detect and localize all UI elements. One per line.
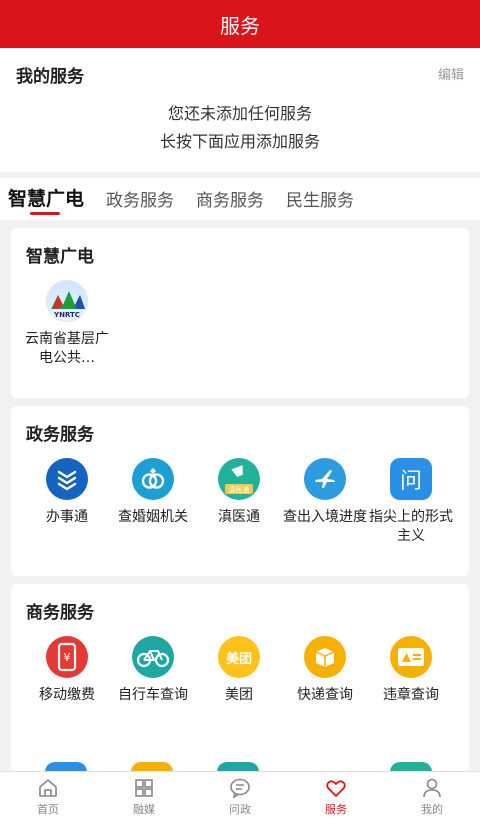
nav-label: 首页 [37,802,59,816]
icon-text: 滇医通 [229,485,250,494]
service-label: 滇医通 [218,509,260,525]
category-tabs: 智慧广电 政务服务 商务服务 民生服务 [0,178,480,220]
service-item-dianyitong[interactable]: 滇医通 滇医通 [196,458,282,527]
nav-services[interactable]: 服务 [288,772,384,821]
service-item-yunnan-broadcast[interactable]: YNRTC 云南省基层广电公共… [24,280,110,368]
bicycle-icon [132,636,174,678]
question-chat-icon: 问 [390,458,432,500]
section-title: 商务服务 [26,603,94,623]
service-item-violation[interactable]: 违章查询 [368,636,454,705]
service-item-immigration[interactable]: 查出入境进度 [282,458,368,527]
service-label: 云南省基层广电公共… [25,331,109,366]
tab-label: 商务服务 [196,191,265,211]
icon-text: 美团 [225,651,252,667]
heart-icon [326,779,346,797]
logo-text: YNRTC [53,311,80,319]
empty-message-line1: 您还未添加任何服务 [167,104,312,123]
airplane-icon [304,458,346,500]
nav-media[interactable]: 融媒 [96,772,192,821]
edit-button[interactable]: 编辑 [438,64,464,83]
tab-label: 智慧广电 [8,188,85,210]
empty-message-line2: 长按下面应用添加服务 [159,132,320,151]
nav-label: 问政 [229,802,251,816]
tab-government-services[interactable]: 政务服务 [106,178,174,220]
home-icon [39,778,57,797]
tab-label: 民生服务 [286,191,355,211]
page-title: 服务 [220,13,260,38]
nav-inquiry[interactable]: 问政 [192,772,288,821]
nav-label: 融媒 [133,802,155,816]
service-item-formalism[interactable]: 问 指尖上的形式主义 [368,458,454,546]
nav-label: 服务 [325,802,347,816]
section-business-services: 商务服务 ¥ 移动缴费 自行车查询 美团 美团 快递查询 违章查询 [11,584,469,774]
service-item-banshitong[interactable]: 办事通 [24,458,110,527]
grid-icon [135,778,153,797]
service-item-mobile-pay[interactable]: ¥ 移动缴费 [24,636,110,705]
section-title: 智慧广电 [26,247,94,267]
service-label: 办事通 [46,509,88,525]
icon-text: 问 [399,469,422,494]
section-government-services: 政务服务 办事通 查婚姻机关 滇医通 滇医通 查出入境进度 问 指尖上的形式主义 [11,406,469,576]
icon-text: ¥ [64,651,71,664]
nav-me[interactable]: 我的 [384,772,480,821]
service-label: 美团 [225,687,253,703]
warning-card-icon [390,636,432,678]
nav-home[interactable]: 首页 [0,772,96,821]
service-item-marriage-office[interactable]: 查婚姻机关 [110,458,196,527]
phone-pay-icon: ¥ [46,636,88,678]
user-icon [423,778,441,797]
service-label: 移动缴费 [39,687,95,703]
tab-business-services[interactable]: 商务服务 [196,178,264,220]
banshitong-icon [46,458,88,500]
nav-label: 我的 [421,802,443,816]
active-tab-indicator [30,212,60,215]
section-title: 政务服务 [26,425,94,445]
yunnan-logo-icon: YNRTC [46,280,88,322]
top-bar: 服务 [0,0,480,48]
section-smart-broadcast: 智慧广电 YNRTC 云南省基层广电公共… [11,228,469,398]
service-label: 指尖上的形式主义 [369,509,453,544]
service-label: 违章查询 [383,687,439,703]
tab-livelihood-services[interactable]: 民生服务 [286,178,354,220]
medical-icon: 滇医通 [218,458,260,500]
rings-icon [132,458,174,500]
bottom-nav: 首页 融媒 问政 服务 我的 [0,771,480,821]
chat-icon [230,778,250,799]
meituan-icon: 美团 [218,636,260,678]
package-icon [304,636,346,678]
service-label: 查婚姻机关 [118,509,188,525]
service-item-express[interactable]: 快递查询 [282,636,368,705]
service-label: 查出入境进度 [283,509,367,525]
tab-label: 政务服务 [106,191,175,211]
my-services-panel: 我的服务 编辑 您还未添加任何服务 长按下面应用添加服务 [0,48,480,172]
my-services-title: 我的服务 [16,67,84,87]
service-label: 自行车查询 [118,687,188,703]
service-item-bicycle[interactable]: 自行车查询 [110,636,196,705]
service-label: 快递查询 [297,687,353,703]
tab-smart-broadcast[interactable]: 智慧广电 [8,178,84,220]
service-item-meituan[interactable]: 美团 美团 [196,636,282,705]
